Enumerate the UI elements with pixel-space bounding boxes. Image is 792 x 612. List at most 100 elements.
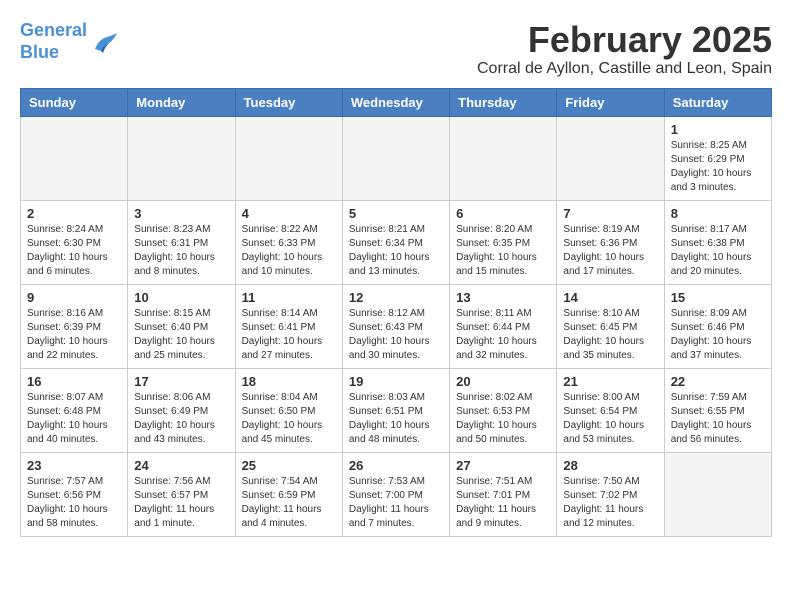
day-info: Sunrise: 8:02 AM Sunset: 6:53 PM Dayligh… bbox=[456, 391, 550, 447]
day-number: 23 bbox=[27, 458, 121, 473]
month-title: February 2025 bbox=[477, 20, 772, 60]
table-row: 14 Sunrise: 8:10 AM Sunset: 6:45 PM Dayli… bbox=[557, 284, 664, 368]
table-row bbox=[235, 116, 342, 200]
logo-text: General Blue bbox=[20, 20, 87, 63]
day-number: 27 bbox=[456, 458, 550, 473]
calendar: SundayMondayTuesdayWednesdayThursdayFrid… bbox=[20, 88, 772, 537]
day-info: Sunrise: 8:22 AM Sunset: 6:33 PM Dayligh… bbox=[242, 223, 336, 279]
table-row: 4 Sunrise: 8:22 AM Sunset: 6:33 PM Daylig… bbox=[235, 200, 342, 284]
weekday-header-tuesday: Tuesday bbox=[235, 88, 342, 116]
logo-bird-icon bbox=[91, 31, 119, 53]
logo: General Blue bbox=[20, 20, 119, 63]
table-row: 15 Sunrise: 8:09 AM Sunset: 6:46 PM Dayli… bbox=[664, 284, 771, 368]
day-info: Sunrise: 8:20 AM Sunset: 6:35 PM Dayligh… bbox=[456, 223, 550, 279]
calendar-week-row: 2Sunrise: 8:24 AM Sunset: 6:30 PM Daylig… bbox=[21, 200, 772, 284]
day-info: Sunrise: 8:11 AM Sunset: 6:44 PM Dayligh… bbox=[456, 307, 550, 363]
table-row: 28 Sunrise: 7:50 AM Sunset: 7:02 PM Dayli… bbox=[557, 452, 664, 536]
day-number: 24 bbox=[134, 458, 228, 473]
day-info: Sunrise: 8:25 AM Sunset: 6:29 PM Dayligh… bbox=[671, 139, 765, 195]
day-number: 6 bbox=[456, 206, 550, 221]
table-row: 10Sunrise: 8:15 AM Sunset: 6:40 PM Dayli… bbox=[128, 284, 235, 368]
table-row: 26Sunrise: 7:53 AM Sunset: 7:00 PM Dayli… bbox=[342, 452, 449, 536]
weekday-header-monday: Monday bbox=[128, 88, 235, 116]
logo-blue: Blue bbox=[20, 42, 59, 62]
day-number: 14 bbox=[563, 290, 657, 305]
day-number: 2 bbox=[27, 206, 121, 221]
day-number: 10 bbox=[134, 290, 228, 305]
table-row: 18Sunrise: 8:04 AM Sunset: 6:50 PM Dayli… bbox=[235, 368, 342, 452]
day-info: Sunrise: 8:21 AM Sunset: 6:34 PM Dayligh… bbox=[349, 223, 443, 279]
day-number: 7 bbox=[563, 206, 657, 221]
title-section: February 2025 Corral de Ayllon, Castille… bbox=[477, 20, 772, 78]
day-info: Sunrise: 8:16 AM Sunset: 6:39 PM Dayligh… bbox=[27, 307, 121, 363]
day-info: Sunrise: 8:03 AM Sunset: 6:51 PM Dayligh… bbox=[349, 391, 443, 447]
table-row: 20Sunrise: 8:02 AM Sunset: 6:53 PM Dayli… bbox=[450, 368, 557, 452]
day-number: 17 bbox=[134, 374, 228, 389]
day-info: Sunrise: 8:19 AM Sunset: 6:36 PM Dayligh… bbox=[563, 223, 657, 279]
day-number: 16 bbox=[27, 374, 121, 389]
table-row: 17 Sunrise: 8:06 AM Sunset: 6:49 PM Dayli… bbox=[128, 368, 235, 452]
table-row: 7 Sunrise: 8:19 AM Sunset: 6:36 PM Daylig… bbox=[557, 200, 664, 284]
day-number: 15 bbox=[671, 290, 765, 305]
table-row: 21Sunrise: 8:00 AM Sunset: 6:54 PM Dayli… bbox=[557, 368, 664, 452]
table-row: 16 Sunrise: 8:07 AM Sunset: 6:48 PM Dayli… bbox=[21, 368, 128, 452]
table-row: 2Sunrise: 8:24 AM Sunset: 6:30 PM Daylig… bbox=[21, 200, 128, 284]
table-row bbox=[557, 116, 664, 200]
table-row: 5 Sunrise: 8:21 AM Sunset: 6:34 PM Daylig… bbox=[342, 200, 449, 284]
calendar-week-row: 9 Sunrise: 8:16 AM Sunset: 6:39 PM Daylig… bbox=[21, 284, 772, 368]
day-info: Sunrise: 7:53 AM Sunset: 7:00 PM Dayligh… bbox=[349, 475, 443, 531]
location-title: Corral de Ayllon, Castille and Leon, Spa… bbox=[477, 60, 772, 78]
day-info: Sunrise: 8:00 AM Sunset: 6:54 PM Dayligh… bbox=[563, 391, 657, 447]
table-row: 12 Sunrise: 8:12 AM Sunset: 6:43 PM Dayli… bbox=[342, 284, 449, 368]
table-row: 23 Sunrise: 7:57 AM Sunset: 6:56 PM Dayli… bbox=[21, 452, 128, 536]
day-info: Sunrise: 8:10 AM Sunset: 6:45 PM Dayligh… bbox=[563, 307, 657, 363]
table-row: 24 Sunrise: 7:56 AM Sunset: 6:57 PM Dayli… bbox=[128, 452, 235, 536]
day-number: 1 bbox=[671, 122, 765, 137]
table-row: 8 Sunrise: 8:17 AM Sunset: 6:38 PM Daylig… bbox=[664, 200, 771, 284]
day-number: 22 bbox=[671, 374, 765, 389]
logo-general: General bbox=[20, 20, 87, 40]
day-info: Sunrise: 8:23 AM Sunset: 6:31 PM Dayligh… bbox=[134, 223, 228, 279]
day-number: 12 bbox=[349, 290, 443, 305]
table-row: 6 Sunrise: 8:20 AM Sunset: 6:35 PM Daylig… bbox=[450, 200, 557, 284]
table-row: 9 Sunrise: 8:16 AM Sunset: 6:39 PM Daylig… bbox=[21, 284, 128, 368]
weekday-header-saturday: Saturday bbox=[664, 88, 771, 116]
day-info: Sunrise: 8:17 AM Sunset: 6:38 PM Dayligh… bbox=[671, 223, 765, 279]
calendar-week-row: 1 Sunrise: 8:25 AM Sunset: 6:29 PM Daylig… bbox=[21, 116, 772, 200]
day-number: 9 bbox=[27, 290, 121, 305]
day-info: Sunrise: 8:09 AM Sunset: 6:46 PM Dayligh… bbox=[671, 307, 765, 363]
day-number: 13 bbox=[456, 290, 550, 305]
calendar-header-row: SundayMondayTuesdayWednesdayThursdayFrid… bbox=[21, 88, 772, 116]
day-number: 5 bbox=[349, 206, 443, 221]
day-number: 3 bbox=[134, 206, 228, 221]
day-number: 4 bbox=[242, 206, 336, 221]
day-info: Sunrise: 8:07 AM Sunset: 6:48 PM Dayligh… bbox=[27, 391, 121, 447]
calendar-week-row: 23 Sunrise: 7:57 AM Sunset: 6:56 PM Dayli… bbox=[21, 452, 772, 536]
day-number: 19 bbox=[349, 374, 443, 389]
table-row: 13 Sunrise: 8:11 AM Sunset: 6:44 PM Dayli… bbox=[450, 284, 557, 368]
weekday-header-friday: Friday bbox=[557, 88, 664, 116]
header: General Blue February 2025 Corral de Ayl… bbox=[20, 20, 772, 78]
weekday-header-sunday: Sunday bbox=[21, 88, 128, 116]
day-info: Sunrise: 7:56 AM Sunset: 6:57 PM Dayligh… bbox=[134, 475, 228, 531]
day-info: Sunrise: 7:57 AM Sunset: 6:56 PM Dayligh… bbox=[27, 475, 121, 531]
day-info: Sunrise: 8:12 AM Sunset: 6:43 PM Dayligh… bbox=[349, 307, 443, 363]
day-info: Sunrise: 7:54 AM Sunset: 6:59 PM Dayligh… bbox=[242, 475, 336, 531]
table-row bbox=[128, 116, 235, 200]
day-info: Sunrise: 8:04 AM Sunset: 6:50 PM Dayligh… bbox=[242, 391, 336, 447]
weekday-header-thursday: Thursday bbox=[450, 88, 557, 116]
day-number: 8 bbox=[671, 206, 765, 221]
table-row bbox=[21, 116, 128, 200]
calendar-week-row: 16 Sunrise: 8:07 AM Sunset: 6:48 PM Dayli… bbox=[21, 368, 772, 452]
day-info: Sunrise: 7:59 AM Sunset: 6:55 PM Dayligh… bbox=[671, 391, 765, 447]
table-row: 1 Sunrise: 8:25 AM Sunset: 6:29 PM Daylig… bbox=[664, 116, 771, 200]
table-row: 22 Sunrise: 7:59 AM Sunset: 6:55 PM Dayli… bbox=[664, 368, 771, 452]
day-number: 25 bbox=[242, 458, 336, 473]
table-row bbox=[342, 116, 449, 200]
weekday-header-wednesday: Wednesday bbox=[342, 88, 449, 116]
day-info: Sunrise: 8:06 AM Sunset: 6:49 PM Dayligh… bbox=[134, 391, 228, 447]
day-info: Sunrise: 7:50 AM Sunset: 7:02 PM Dayligh… bbox=[563, 475, 657, 531]
day-number: 28 bbox=[563, 458, 657, 473]
day-info: Sunrise: 8:14 AM Sunset: 6:41 PM Dayligh… bbox=[242, 307, 336, 363]
table-row: 11Sunrise: 8:14 AM Sunset: 6:41 PM Dayli… bbox=[235, 284, 342, 368]
